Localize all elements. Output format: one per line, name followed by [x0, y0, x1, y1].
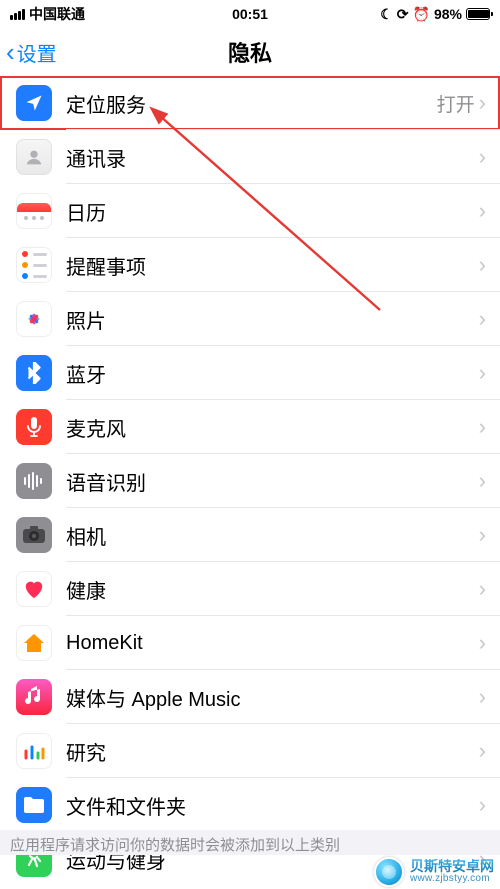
- row-value: 打开: [437, 90, 475, 117]
- row-label: 语音识别: [66, 467, 479, 496]
- row-label: 健康: [66, 575, 479, 604]
- row-label: 麦克风: [66, 413, 479, 442]
- row-label: HomeKit: [66, 632, 479, 655]
- calendar-icon: [16, 193, 52, 229]
- row-photos[interactable]: 照片 ›: [0, 292, 500, 346]
- folder-icon: [16, 787, 52, 823]
- music-note-icon: [16, 679, 52, 715]
- row-bluetooth[interactable]: 蓝牙 ›: [0, 346, 500, 400]
- lock-icon: ⟳: [397, 6, 409, 23]
- chevron-right-icon: ›: [479, 144, 500, 170]
- watermark: 贝斯特安卓网 www.zjbstyy.com: [374, 857, 494, 887]
- research-icon: [16, 733, 52, 769]
- row-label: 定位服务: [66, 89, 437, 118]
- row-health[interactable]: 健康 ›: [0, 562, 500, 616]
- chevron-left-icon: ‹: [6, 39, 15, 65]
- footer-note: 应用程序请求访问你的数据时会被添加到以上类别: [0, 830, 500, 855]
- row-research[interactable]: 研究 ›: [0, 724, 500, 778]
- watermark-name: 贝斯特安卓网: [410, 859, 494, 874]
- row-label: 相机: [66, 521, 479, 550]
- contacts-icon: [16, 139, 52, 175]
- row-speech-recognition[interactable]: 语音识别 ›: [0, 454, 500, 508]
- chevron-right-icon: ›: [479, 306, 500, 332]
- row-reminders[interactable]: 提醒事项 ›: [0, 238, 500, 292]
- moon-icon: ☾: [380, 6, 393, 23]
- row-files-folders[interactable]: 文件和文件夹 ›: [0, 778, 500, 832]
- camera-icon: [16, 517, 52, 553]
- chevron-right-icon: ›: [479, 360, 500, 386]
- chevron-right-icon: ›: [479, 792, 500, 818]
- microphone-icon: [16, 409, 52, 445]
- watermark-logo-icon: [374, 857, 404, 887]
- row-label: 研究: [66, 737, 479, 766]
- chevron-right-icon: ›: [479, 414, 500, 440]
- status-time: 00:51: [232, 6, 268, 22]
- location-icon: [16, 85, 52, 121]
- reminders-icon: [16, 247, 52, 283]
- chevron-right-icon: ›: [479, 576, 500, 602]
- row-homekit[interactable]: HomeKit ›: [0, 616, 500, 670]
- chevron-right-icon: ›: [479, 198, 500, 224]
- row-contacts[interactable]: 通讯录 ›: [0, 130, 500, 184]
- chevron-right-icon: ›: [479, 630, 500, 656]
- home-icon: [16, 625, 52, 661]
- chevron-right-icon: ›: [479, 738, 500, 764]
- row-label: 提醒事项: [66, 251, 479, 280]
- back-button[interactable]: ‹ 设置: [0, 38, 57, 67]
- row-camera[interactable]: 相机 ›: [0, 508, 500, 562]
- photos-icon: [16, 301, 52, 337]
- row-media-apple-music[interactable]: 媒体与 Apple Music ›: [0, 670, 500, 724]
- bluetooth-icon: [16, 355, 52, 391]
- back-label: 设置: [17, 38, 57, 67]
- chevron-right-icon: ›: [479, 468, 500, 494]
- row-location-services[interactable]: 定位服务 打开 ›: [0, 76, 500, 130]
- battery-pct: 98%: [434, 6, 462, 22]
- waveform-icon: [16, 463, 52, 499]
- watermark-url: www.zjbstyy.com: [410, 874, 494, 885]
- row-label: 日历: [66, 197, 479, 226]
- status-left: 中国联通: [10, 4, 85, 24]
- signal-icon: [10, 9, 25, 20]
- carrier-label: 中国联通: [29, 4, 85, 24]
- row-microphone[interactable]: 麦克风 ›: [0, 400, 500, 454]
- nav-bar: ‹ 设置 隐私: [0, 28, 500, 76]
- row-label: 蓝牙: [66, 359, 479, 388]
- row-label: 媒体与 Apple Music: [66, 683, 479, 712]
- row-label: 通讯录: [66, 143, 479, 172]
- alarm-icon: ⏰: [413, 6, 430, 23]
- settings-list: 定位服务 打开 › 通讯录 › 日历 › 提醒事项 ›: [0, 76, 500, 886]
- heart-icon: [16, 571, 52, 607]
- chevron-right-icon: ›: [479, 252, 500, 278]
- status-bar: 中国联通 00:51 ☾ ⟳ ⏰ 98%: [0, 0, 500, 28]
- row-label: 照片: [66, 305, 479, 334]
- chevron-right-icon: ›: [479, 90, 500, 116]
- page-title: 隐私: [228, 36, 272, 68]
- status-right: ☾ ⟳ ⏰ 98%: [380, 6, 490, 23]
- chevron-right-icon: ›: [479, 684, 500, 710]
- row-calendar[interactable]: 日历 ›: [0, 184, 500, 238]
- battery-icon: [466, 8, 490, 20]
- chevron-right-icon: ›: [479, 522, 500, 548]
- row-label: 文件和文件夹: [66, 791, 479, 820]
